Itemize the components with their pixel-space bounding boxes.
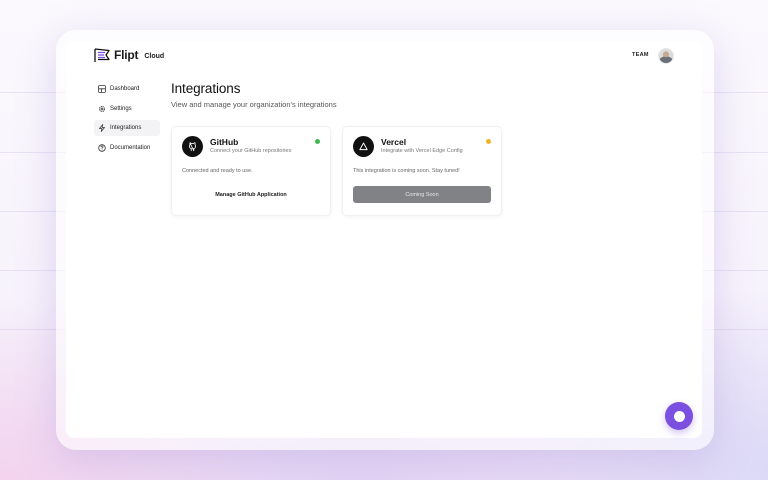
page-subtitle: View and manage your organization's inte… <box>171 100 337 109</box>
sidebar-item-documentation[interactable]: Documentation <box>94 140 160 156</box>
chat-bubble-icon <box>673 410 685 422</box>
sidebar-item-label: Integrations <box>110 125 142 131</box>
page-title: Integrations <box>171 81 241 96</box>
sidebar-item-integrations[interactable]: Integrations <box>94 120 160 136</box>
brand-suffix: Cloud <box>144 53 165 60</box>
sidebar-item-label: Documentation <box>110 144 151 151</box>
dashboard-icon <box>98 85 106 93</box>
integration-name: GitHub <box>210 137 239 147</box>
user-avatar[interactable] <box>658 48 674 64</box>
coming-soon-button: Coming Soon <box>353 186 491 203</box>
sidebar-item-label: Dashboard <box>110 86 140 92</box>
lightning-icon <box>99 124 105 132</box>
integration-status-text: Connected and ready to use. <box>182 168 253 174</box>
sidebar-item-settings[interactable]: Settings <box>94 101 160 117</box>
sidebar-item-dashboard[interactable]: Dashboard <box>94 81 160 97</box>
help-circle-icon <box>98 143 106 152</box>
integration-name: Vercel <box>381 137 407 147</box>
integration-card-github: GitHub Connect your GitHub repositories … <box>171 126 331 216</box>
brand-name: Flipt <box>114 48 139 62</box>
sidebar-item-label: Settings <box>110 105 132 112</box>
gear-icon <box>99 105 105 112</box>
github-icon <box>182 136 203 157</box>
manage-github-application-button[interactable]: Manage GitHub Application <box>182 186 320 203</box>
flipt-flag-icon <box>94 48 110 62</box>
integration-description: Integrate with Vercel Edge Config <box>381 148 463 154</box>
brand-logo[interactable]: Flipt Cloud <box>94 47 164 63</box>
integration-description: Connect your GitHub repositories <box>210 148 292 154</box>
organization-name[interactable]: TEAM <box>632 52 649 58</box>
integration-card-vercel: Vercel Integrate with Vercel Edge Config… <box>342 126 502 216</box>
support-chat-button[interactable] <box>665 402 693 430</box>
status-dot <box>486 139 491 144</box>
app-window: Flipt Cloud TEAM Dashboard Settings Inte… <box>66 41 702 438</box>
integration-status-text: This integration is coming soon. Stay tu… <box>353 168 460 174</box>
status-dot <box>315 139 320 144</box>
vercel-icon <box>353 136 374 157</box>
sidebar-nav: Dashboard Settings Integrations Document… <box>94 81 160 159</box>
